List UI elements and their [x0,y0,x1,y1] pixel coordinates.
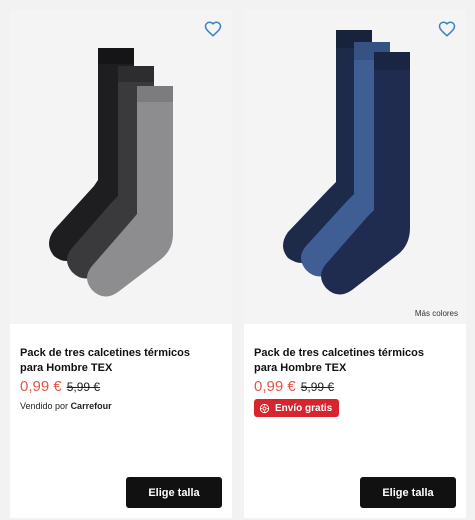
price-original: 5,99 € [300,380,335,394]
seller-prefix: Vendido por [20,401,69,411]
product-title[interactable]: Pack de tres calcetines térmicos para Ho… [254,346,444,376]
price-row: 0,99 € 5,99 € [254,378,456,395]
choose-size-button[interactable]: Elige talla [126,477,222,508]
price-current: 0,99 € [20,378,62,395]
product-card-1[interactable]: Pack de tres calcetines térmicos para Ho… [10,10,232,518]
price-current: 0,99 € [254,378,296,395]
free-shipping-label: Envío gratis [275,402,333,414]
seller-info: Vendido por Carrefour [20,401,222,411]
choose-size-button[interactable]: Elige talla [360,477,456,508]
price-row: 0,99 € 5,99 € [20,378,222,395]
heart-icon[interactable] [204,20,222,38]
product-image-2[interactable]: Más colores [244,10,466,324]
product-image-1[interactable] [10,10,232,324]
truck-badge-icon [259,403,270,413]
more-colors-label[interactable]: Más colores [415,309,458,318]
socks-image-navy-blue [283,30,410,295]
socks-image-black-grey [49,48,173,297]
seller-name: Carrefour [70,401,112,411]
price-original: 5,99 € [66,380,101,394]
free-shipping-badge: Envío gratis [254,399,340,417]
heart-icon[interactable] [438,20,456,38]
product-card-2[interactable]: Más colores Pack de tres calcetines térm… [244,10,466,518]
product-title[interactable]: Pack de tres calcetines térmicos para Ho… [20,346,210,376]
